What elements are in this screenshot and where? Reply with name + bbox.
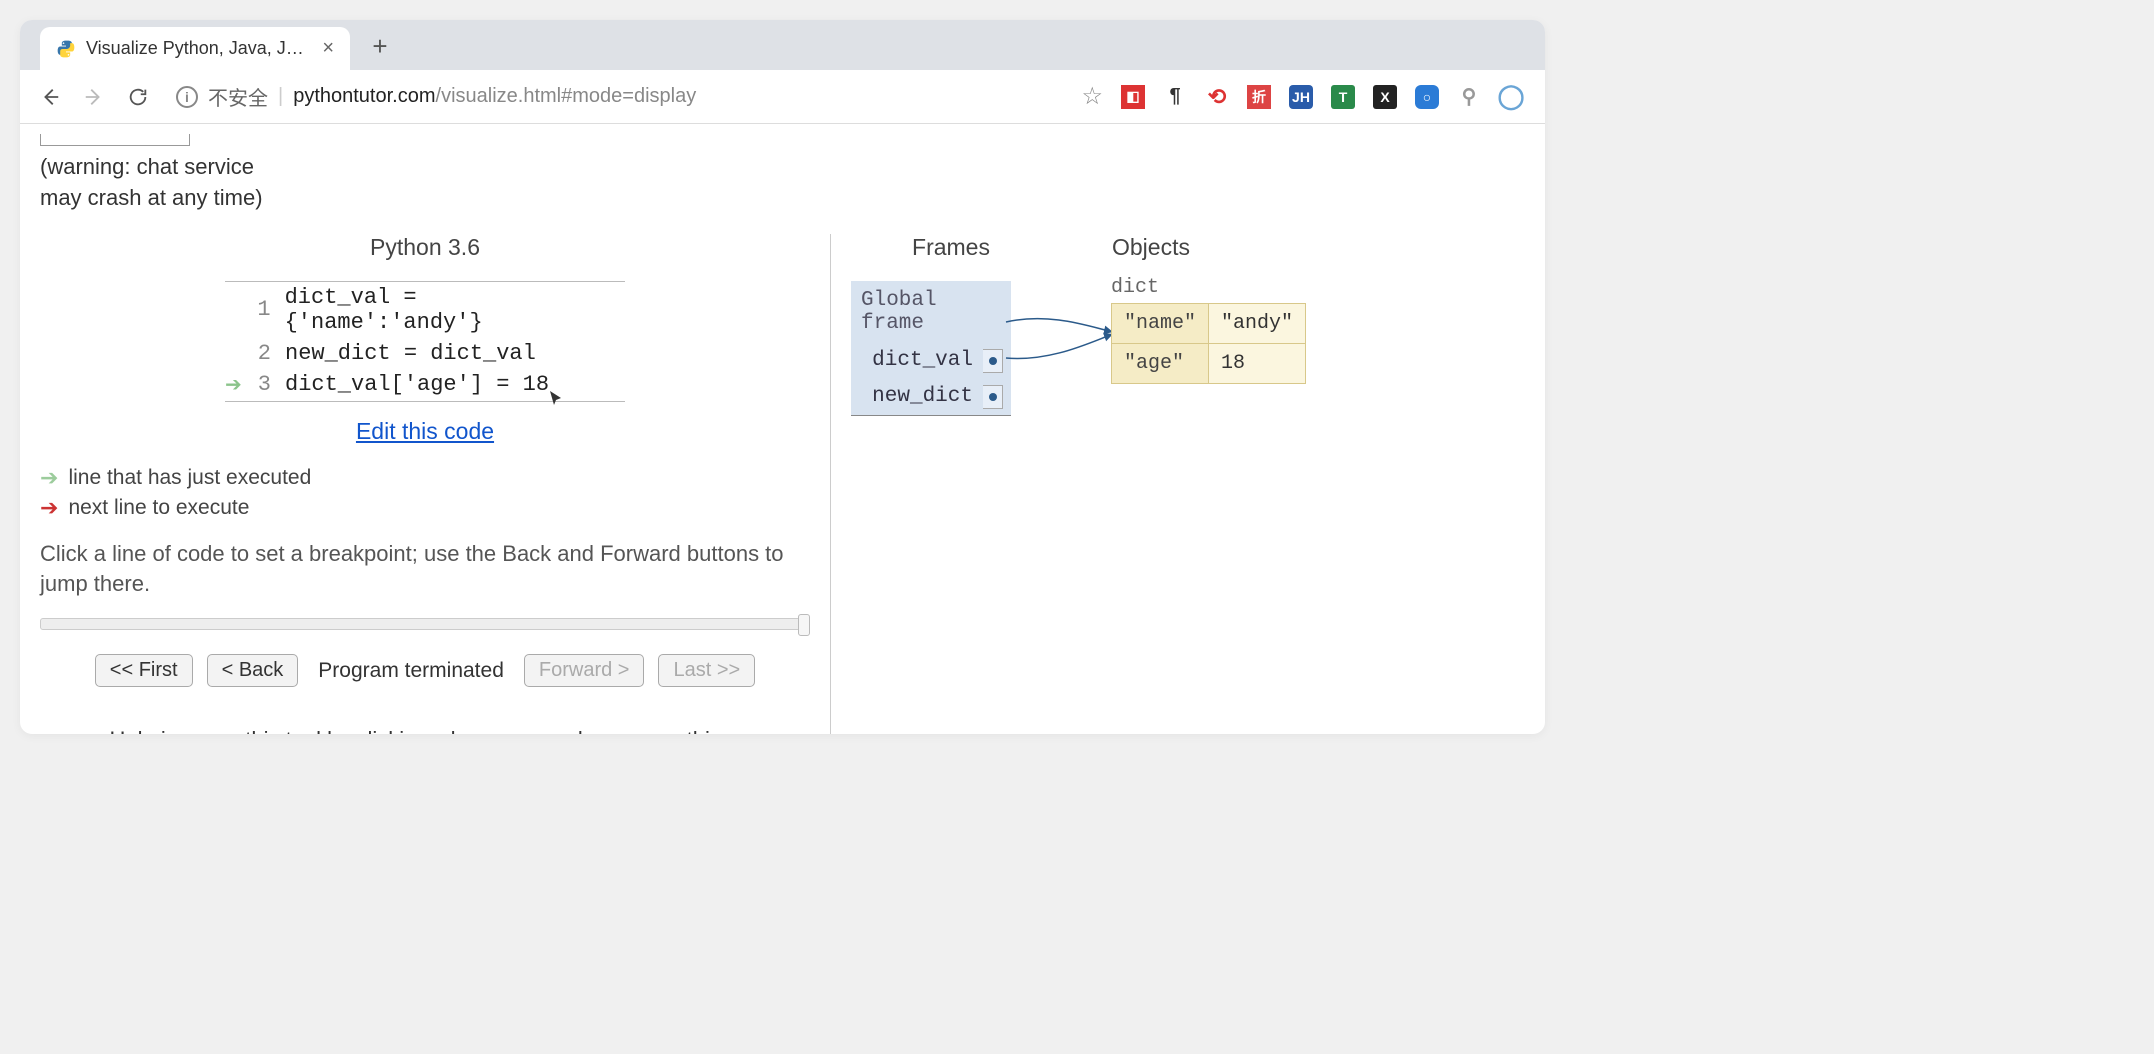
back-button[interactable] <box>32 79 68 115</box>
sitemap-icon[interactable]: ⚲ <box>1457 85 1481 109</box>
object-type-label: dict <box>1111 276 1306 299</box>
dot-icon <box>989 357 997 365</box>
ext-icon-jh[interactable]: JH <box>1289 85 1313 109</box>
last-button[interactable]: Last >> <box>658 654 755 687</box>
tab-title: Visualize Python, Java, JavaSc <box>86 38 312 59</box>
arrow-left-icon <box>39 86 61 108</box>
partial-box <box>40 134 190 146</box>
execution-controls: << First < Back Program terminated Forwa… <box>40 654 810 687</box>
ext-icon-x[interactable]: X <box>1373 85 1397 109</box>
var-name: new_dict <box>872 385 973 408</box>
legend-next: ➔ next line to execute <box>40 495 810 521</box>
red-arrow-icon: ➔ <box>40 495 58 521</box>
dict-val: "andy" <box>1209 303 1306 343</box>
addr-divider: | <box>278 85 283 108</box>
frame-title: Global frame <box>851 281 1011 343</box>
dict-row: "name" "andy" <box>1112 303 1306 343</box>
code-pane: Python 3.6 1 dict_val = {'name':'andy'} … <box>40 224 810 734</box>
var-name: dict_val <box>872 349 973 372</box>
frame-variable: new_dict <box>851 379 1011 415</box>
first-button[interactable]: << First <box>95 654 193 687</box>
swoosh-icon[interactable]: ⟲ <box>1205 85 1229 109</box>
code-line[interactable]: 2 new_dict = dict_val <box>225 338 625 369</box>
visualization-pane: Frames Objects Global frame dict_val new… <box>851 224 1525 734</box>
slider-track <box>40 618 810 630</box>
objects-header: Objects <box>1051 234 1251 261</box>
address-bar[interactable]: i 不安全 | pythontutor.com/visualize.html#m… <box>164 78 1073 115</box>
legend-executed: ➔ line that has just executed <box>40 465 810 491</box>
language-title: Python 3.6 <box>40 234 810 261</box>
execution-slider[interactable] <box>40 618 810 638</box>
page-content: (warning: chat service may crash at any … <box>20 124 1545 734</box>
dict-key: "age" <box>1112 343 1209 383</box>
browser-tab[interactable]: Visualize Python, Java, JavaSc × <box>40 27 350 70</box>
line-number: 1 <box>255 297 285 322</box>
arrow-right-icon <box>83 86 105 108</box>
help-prompt: Help improve this tool by clicking whene… <box>40 727 810 734</box>
line-number: 3 <box>255 372 285 397</box>
extension-icons: ☆ ◧ ¶ ⟲ 折 JH T X ○ ⚲ ◯ <box>1081 82 1533 111</box>
green-arrow-icon: ➔ <box>40 465 58 491</box>
ext-icon-blue[interactable]: ○ <box>1415 85 1439 109</box>
warning-text: (warning: chat service may crash at any … <box>40 152 1525 214</box>
ext-icon-fold[interactable]: 折 <box>1247 85 1271 109</box>
new-tab-button[interactable]: + <box>360 26 400 66</box>
globe-icon[interactable]: ◯ <box>1499 85 1523 109</box>
forward-step-button[interactable]: Forward > <box>524 654 645 687</box>
frame-variable: dict_val <box>851 343 1011 379</box>
frames-header: Frames <box>851 234 1051 261</box>
dot-icon <box>989 393 997 401</box>
executed-arrow-icon: ➔ <box>225 375 242 398</box>
code-text: dict_val['age'] = 18 <box>285 372 549 397</box>
reload-icon <box>127 86 149 108</box>
bookmark-star-icon[interactable]: ☆ <box>1081 82 1103 111</box>
legend-next-label: next line to execute <box>68 496 249 520</box>
pointer-origin <box>983 385 1003 409</box>
dict-key: "name" <box>1112 303 1209 343</box>
code-text: new_dict = dict_val <box>285 341 536 366</box>
pointer-origin <box>983 349 1003 373</box>
browser-window: Visualize Python, Java, JavaSc × + i 不安全… <box>20 20 1545 734</box>
paragraph-icon[interactable]: ¶ <box>1163 85 1187 109</box>
ext-icon-1[interactable]: ◧ <box>1121 85 1145 109</box>
forward-button[interactable] <box>76 79 112 115</box>
code-text: dict_val = {'name':'andy'} <box>285 285 625 335</box>
browser-toolbar: i 不安全 | pythontutor.com/visualize.html#m… <box>20 70 1545 124</box>
slider-thumb[interactable] <box>798 614 810 636</box>
dict-table: "name" "andy" "age" 18 <box>1111 303 1306 384</box>
edit-code-link[interactable]: Edit this code <box>40 418 810 445</box>
shield-icon[interactable]: T <box>1331 85 1355 109</box>
line-number: 2 <box>255 341 285 366</box>
tab-close-icon[interactable]: × <box>322 37 334 60</box>
program-status: Program terminated <box>318 659 504 683</box>
exec-arrow-slot: ➔ <box>225 372 255 398</box>
vertical-divider <box>830 234 831 734</box>
security-label: 不安全 <box>208 82 268 111</box>
legend: ➔ line that has just executed ➔ next lin… <box>40 465 810 521</box>
breakpoint-hint: Click a line of code to set a breakpoint… <box>40 539 810 601</box>
global-frame: Global frame dict_val new_dict <box>851 281 1011 416</box>
heap-object: dict "name" "andy" "age" 18 <box>1111 276 1306 384</box>
address-url: pythontutor.com/visualize.html#mode=disp… <box>293 85 696 108</box>
code-line[interactable]: 1 dict_val = {'name':'andy'} <box>225 282 625 338</box>
tab-bar: Visualize Python, Java, JavaSc × + <box>20 20 1545 70</box>
legend-executed-label: line that has just executed <box>68 466 311 490</box>
viz-headers: Frames Objects <box>851 234 1525 261</box>
dict-row: "age" 18 <box>1112 343 1306 383</box>
dict-val: 18 <box>1209 343 1306 383</box>
code-line[interactable]: ➔ 3 dict_val['age'] = 18 <box>225 369 625 401</box>
code-block: 1 dict_val = {'name':'andy'} 2 new_dict … <box>225 281 625 402</box>
back-step-button[interactable]: < Back <box>207 654 299 687</box>
python-favicon <box>56 39 76 59</box>
reload-button[interactable] <box>120 79 156 115</box>
info-icon[interactable]: i <box>176 86 198 108</box>
